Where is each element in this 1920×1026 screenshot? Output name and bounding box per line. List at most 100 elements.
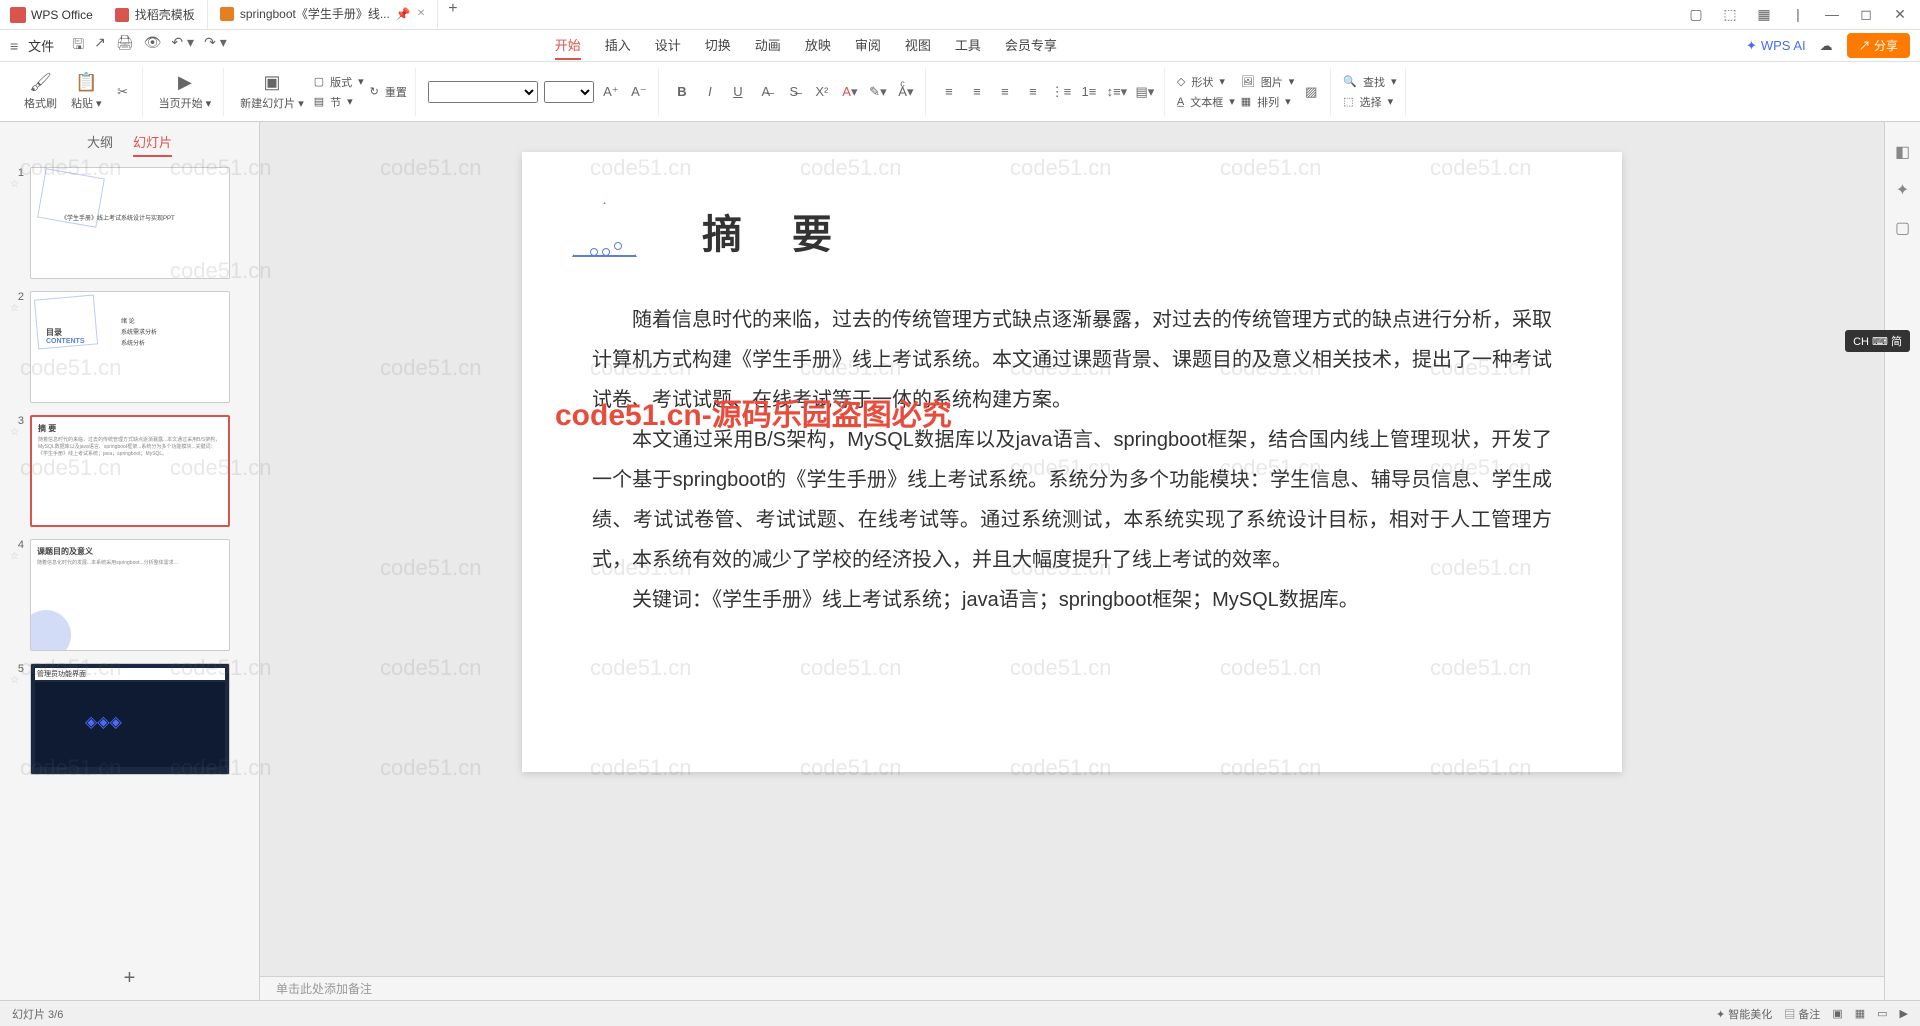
bullets-icon[interactable]: ⋮≡ <box>1050 82 1072 102</box>
styles-icon[interactable]: ▨ <box>1300 82 1322 102</box>
star-icon[interactable]: ☆ <box>10 551 22 562</box>
textbox-button[interactable]: A̲ 文本框 ▾ <box>1177 94 1235 110</box>
panel-tab-slides[interactable]: 幻灯片 <box>133 132 172 157</box>
star-icon[interactable]: ☆ <box>10 303 22 314</box>
increase-font-icon[interactable]: A⁺ <box>600 82 622 102</box>
star-icon[interactable]: ☆ <box>10 675 22 686</box>
indent-icon[interactable]: ▤▾ <box>1134 82 1156 102</box>
ribbon-tab-view[interactable]: 视图 <box>905 31 931 60</box>
ribbon-tab-animation[interactable]: 动画 <box>755 31 781 60</box>
underline-button[interactable]: U <box>727 82 749 102</box>
tool-icon[interactable]: ◧ <box>1895 142 1910 162</box>
wps-ai-button[interactable]: ✦ WPS AI <box>1746 38 1806 54</box>
ribbon-tab-design[interactable]: 设计 <box>655 31 681 60</box>
paste-button[interactable]: 📋粘贴 ▾ <box>67 70 106 113</box>
arrange-button[interactable]: ▦ 排列 ▾ <box>1241 94 1295 110</box>
view-normal-icon[interactable]: ▣ <box>1832 1007 1842 1020</box>
paragraph-3: 关键词：《学生手册》线上考试系统；java语言；springboot框架；MyS… <box>592 580 1552 620</box>
close-icon[interactable]: ✕ <box>417 8 425 19</box>
panel-tab-outline[interactable]: 大纲 <box>87 132 113 157</box>
ribbon-tab-slideshow[interactable]: 放映 <box>805 31 831 60</box>
tab-templates[interactable]: 找稻壳模板 <box>103 0 208 29</box>
add-tab-button[interactable]: + <box>438 0 467 29</box>
minimize-button[interactable]: — <box>1822 6 1842 23</box>
maximize-button[interactable]: ◻ <box>1856 6 1876 23</box>
cube-icon[interactable]: ⬚ <box>1720 6 1740 23</box>
thumb-number: 1 <box>10 167 24 179</box>
section-button[interactable]: ▤ 节 ▾ <box>314 94 364 110</box>
undo-button[interactable]: ↶ ▾ <box>171 34 194 58</box>
ribbon-tab-transition[interactable]: 切换 <box>705 31 731 60</box>
close-button[interactable]: ✕ <box>1890 6 1910 23</box>
thumbnail-3[interactable]: 摘 要 随着信息时代的来临，过去的传统管理方式缺点逐渐暴露...本文通过采用B/… <box>30 415 230 527</box>
slide-heading[interactable]: 摘 要 <box>702 202 1552 260</box>
ime-indicator[interactable]: CH ⌨ 简 <box>1845 330 1910 352</box>
thumbnail-4[interactable]: 课题目的及意义 随着信息化时代的发展...本系统采用springboot...分… <box>30 539 230 651</box>
export-icon[interactable]: ↗ <box>94 34 106 58</box>
share-button[interactable]: ↗ 分享 <box>1847 33 1910 58</box>
pin-icon[interactable]: 📌 <box>396 7 411 21</box>
strike-button[interactable]: A̶ <box>755 82 777 102</box>
star-icon[interactable]: ☆ <box>10 427 22 438</box>
thumbnails[interactable]: 1☆ 《学生手册》线上考试系统设计与实现PPT 2☆ 目录 CONTENTS 绪… <box>0 167 259 957</box>
line-spacing-icon[interactable]: ↕≡▾ <box>1106 82 1128 102</box>
highlight-button[interactable]: ✎▾ <box>867 82 889 102</box>
thumbnail-2[interactable]: 目录 CONTENTS 绪 论 系统需求分析 系统分析 <box>30 291 230 403</box>
find-button[interactable]: 🔍 查找 ▾ <box>1343 74 1396 90</box>
notes-toggle[interactable]: ▤ 备注 <box>1784 1006 1820 1022</box>
tool-icon[interactable]: ✦ <box>1896 180 1909 200</box>
print-icon[interactable]: 🖨 <box>116 34 134 58</box>
thumbnail-1[interactable]: 《学生手册》线上考试系统设计与实现PPT <box>30 167 230 279</box>
superscript-button[interactable]: X² <box>811 82 833 102</box>
ribbon-tab-insert[interactable]: 插入 <box>605 31 631 60</box>
view-reading-icon[interactable]: ▭ <box>1877 1007 1887 1020</box>
view-slideshow-icon[interactable]: ▶ <box>1900 1007 1908 1020</box>
bold-button[interactable]: B <box>671 82 693 102</box>
file-menu[interactable]: 文件 <box>28 36 54 55</box>
slide-body[interactable]: 随着信息时代的来临，过去的传统管理方式缺点逐渐暴露，对过去的传统管理方式的缺点进… <box>592 300 1552 620</box>
strikethrough-button[interactable]: S̶ <box>783 82 805 102</box>
hamburger-icon[interactable]: ≡ <box>10 38 18 54</box>
cloud-icon[interactable]: ☁ <box>1820 38 1833 54</box>
notes-bar[interactable]: 单击此处添加备注 <box>260 976 1884 1000</box>
italic-button[interactable]: I <box>699 82 721 102</box>
slide[interactable]: 摘 要 随着信息时代的来临，过去的传统管理方式缺点逐渐暴露，对过去的传统管理方式… <box>522 152 1622 772</box>
preview-icon[interactable]: 👁 <box>144 34 162 58</box>
ribbon-toolbar: 🖌格式刷 📋粘贴 ▾ ✂ ▶当页开始 ▾ ▣新建幻灯片 ▾ ▢ 版式 ▾ ▤ 节… <box>0 62 1920 122</box>
numbering-icon[interactable]: 1≡ <box>1078 82 1100 102</box>
size-select[interactable] <box>544 81 594 103</box>
image-button[interactable]: 🖼 图片 ▾ <box>1241 74 1295 90</box>
shape-button[interactable]: ◇ 形状 ▾ <box>1177 74 1235 90</box>
reset-button[interactable]: ↻ 重置 <box>370 84 407 100</box>
align-center-icon[interactable]: ≡ <box>966 82 988 102</box>
save-icon[interactable]: 🖫 <box>72 34 84 58</box>
slide-canvas[interactable]: 摘 要 随着信息时代的来临，过去的传统管理方式缺点逐渐暴露，对过去的传统管理方式… <box>260 122 1884 976</box>
ribbon-tab-vip[interactable]: 会员专享 <box>1005 31 1057 60</box>
decrease-font-icon[interactable]: A⁻ <box>628 82 650 102</box>
tool-icon[interactable]: ▢ <box>1895 218 1910 238</box>
play-button[interactable]: ▶当页开始 ▾ <box>155 70 216 113</box>
tab-document[interactable]: springboot《学生手册》线... 📌 ✕ <box>208 0 438 29</box>
star-icon[interactable]: ☆ <box>10 179 22 190</box>
font-color-button[interactable]: A▾ <box>839 82 861 102</box>
format-painter-button[interactable]: 🖌格式刷 <box>20 70 61 113</box>
align-right-icon[interactable]: ≡ <box>994 82 1016 102</box>
box-icon[interactable]: ▢ <box>1686 6 1706 23</box>
add-slide-button[interactable]: + <box>0 957 259 1000</box>
ribbon-tab-start[interactable]: 开始 <box>555 31 581 60</box>
ribbon-tab-review[interactable]: 审阅 <box>855 31 881 60</box>
smart-beautify[interactable]: ✦ 智能美化 <box>1716 1006 1772 1022</box>
new-slide-button[interactable]: ▣新建幻灯片 ▾ <box>236 70 308 113</box>
align-left-icon[interactable]: ≡ <box>938 82 960 102</box>
cut-icon[interactable]: ✂ <box>112 82 134 102</box>
clear-format-button[interactable]: Aͨ▾ <box>895 82 917 102</box>
view-sorter-icon[interactable]: ▦ <box>1855 1007 1865 1020</box>
thumbnail-5[interactable]: 管理员功能界面 ◈◈◈ <box>30 663 230 775</box>
apps-icon[interactable]: ▦ <box>1754 6 1774 23</box>
redo-button[interactable]: ↷ ▾ <box>204 34 227 58</box>
select-button[interactable]: ⬚ 选择 ▾ <box>1343 94 1396 110</box>
layout-button[interactable]: ▢ 版式 ▾ <box>314 74 364 90</box>
ribbon-tab-tools[interactable]: 工具 <box>955 31 981 60</box>
align-justify-icon[interactable]: ≡ <box>1022 82 1044 102</box>
font-select[interactable] <box>428 81 538 103</box>
